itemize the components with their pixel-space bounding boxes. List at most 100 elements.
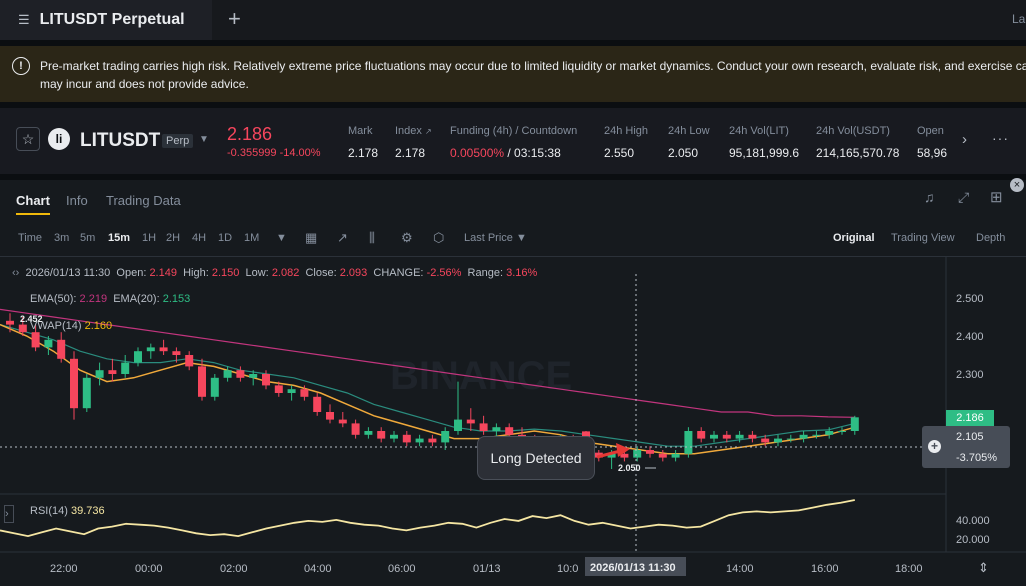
interval-1m[interactable]: 1M (244, 232, 259, 244)
interval-1d[interactable]: 1D (218, 232, 232, 244)
low-label: 24h Low (668, 125, 710, 137)
ohlc-date: 2026/01/13 11:30 (25, 267, 111, 279)
candle-body (82, 377, 91, 409)
ema50-value: 2.219 (79, 293, 108, 305)
symbol-name[interactable]: LITUSDT (80, 130, 160, 152)
view-trading-view[interactable]: Trading View (891, 232, 955, 244)
candle-body (108, 370, 117, 374)
calendar-icon[interactable]: ▦ (305, 230, 317, 246)
candle-body (390, 434, 398, 439)
list-icon: ☰ (18, 12, 30, 27)
warning-line-1: Pre-market trading carries high risk. Re… (40, 59, 1026, 73)
interval-dropdown-icon[interactable]: ▼ (276, 232, 287, 244)
time-tick: 02:00 (220, 563, 248, 575)
tab-chart[interactable]: Chart (16, 193, 50, 208)
interval-15m[interactable]: 15m (108, 232, 130, 244)
chevron-down-icon: ▼ (515, 232, 527, 244)
time-tick: 22:00 (50, 563, 78, 575)
candle-body (441, 431, 450, 443)
candle-body (95, 370, 104, 378)
last-price-select[interactable]: Last Price ▼ (464, 232, 527, 244)
candle-body (684, 431, 693, 454)
candle-body (70, 358, 78, 409)
chart-canvas[interactable]: BINANCE 2.500 2.400 2.300 40.000 20.000 … (0, 256, 1026, 586)
high-label: High: (183, 267, 209, 279)
candle-body (274, 385, 283, 393)
candle-body (6, 320, 14, 325)
range-label: Range: (467, 267, 504, 279)
cursor-price: 2.105 (956, 431, 984, 443)
candle-body (761, 438, 770, 443)
hexagon-icon[interactable]: ⬡ (433, 230, 444, 246)
candles-icon[interactable]: ⫼ (369, 230, 375, 246)
layout-icon[interactable]: ⊞ (990, 188, 1003, 206)
change-value: -2.56% (426, 267, 462, 279)
candle-body (658, 453, 667, 458)
line-chart-icon[interactable]: ↗ (337, 230, 348, 246)
cursor-percent: -3.705% (956, 452, 997, 464)
cursor-price-tag: + 2.105 -3.705% (922, 426, 1010, 468)
ema20-label: EMA(20): (113, 293, 160, 305)
funding-value: 0.00500% / 03:15:38 (450, 146, 561, 160)
interval-1h[interactable]: 1H (142, 232, 156, 244)
axis-scale-icon[interactable]: ⇕ (978, 560, 989, 575)
chevron-down-icon[interactable]: ▼ (199, 134, 209, 145)
candle-body (31, 332, 40, 348)
candle-body (338, 419, 347, 424)
interval-2h[interactable]: 2H (166, 232, 180, 244)
chevron-right-icon[interactable]: › (962, 131, 967, 148)
index-label[interactable]: Index ↗ (395, 125, 432, 137)
more-icon[interactable]: ··· (992, 130, 1009, 146)
add-order-icon[interactable]: + (928, 440, 941, 453)
candle-body (223, 370, 232, 378)
candle-body (18, 324, 27, 333)
change-label: CHANGE: (373, 267, 424, 279)
candle-body (492, 427, 501, 431)
close-icon[interactable]: × (1010, 178, 1024, 192)
tab-info[interactable]: Info (66, 193, 88, 208)
tab-right-label[interactable]: La (1012, 12, 1025, 26)
candle-body (850, 417, 859, 431)
tab-litusdt[interactable]: ☰ LITUSDT Perpetual (0, 0, 212, 40)
candle-body (671, 453, 680, 458)
price-tick: 2.400 (956, 331, 984, 343)
rsi-collapse-icon[interactable]: › (4, 505, 14, 523)
bell-icon[interactable]: ♫ (924, 189, 935, 205)
external-link-icon: ↗ (424, 127, 432, 136)
mark-value: 2.178 (348, 146, 379, 160)
collapse-icon[interactable]: ‹› (12, 267, 19, 279)
interval-5m[interactable]: 5m (80, 232, 95, 244)
index-value: 2.178 (395, 146, 426, 160)
candle-body (722, 434, 731, 439)
favorite-star-icon[interactable]: ☆ (16, 127, 40, 151)
funding-rate: 0.00500% (450, 146, 505, 160)
view-depth[interactable]: Depth (976, 232, 1005, 244)
candle-body (287, 389, 296, 393)
interval-3m[interactable]: 3m (54, 232, 69, 244)
candle-body (735, 434, 744, 439)
time-tick: 04:00 (304, 563, 332, 575)
vol-usdt-label: 24h Vol(USDT) (816, 125, 890, 137)
tab-title: LITUSDT Perpetual (39, 11, 185, 28)
vol-usdt-value: 214,165,570.78 (816, 146, 900, 160)
tab-trading-data[interactable]: Trading Data (106, 193, 181, 208)
vol-lit-label: 24h Vol(LIT) (729, 125, 789, 137)
candle-body (364, 431, 373, 435)
funding-label: Funding (4h) / Countdown (450, 125, 578, 137)
rsi-legend: RSI(14) 39.736 (30, 505, 105, 517)
expand-icon[interactable]: ⤢ (958, 189, 969, 206)
price-tick: 2.500 (956, 293, 984, 305)
candle-body (786, 438, 795, 440)
time-button[interactable]: Time (18, 232, 42, 244)
tab-underline (16, 213, 50, 215)
candle-body (185, 355, 194, 367)
time-tick: 14:00 (726, 563, 754, 575)
interval-4h[interactable]: 4H (192, 232, 206, 244)
candle-body (428, 438, 437, 443)
settings-icon[interactable]: ⚙ (401, 230, 413, 246)
close-label: Close: (305, 267, 337, 279)
rsi-tick: 20.000 (956, 534, 990, 546)
add-tab-icon[interactable]: + (228, 6, 241, 32)
candle-body (146, 347, 155, 352)
view-original[interactable]: Original (833, 232, 875, 244)
